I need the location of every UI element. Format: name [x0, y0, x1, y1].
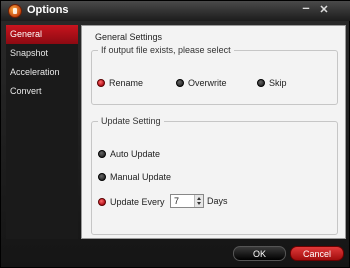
radio-dot[interactable]	[176, 79, 184, 87]
radio-dot-selected[interactable]	[98, 198, 106, 206]
radio-label: Rename	[109, 78, 144, 88]
radio-dot[interactable]	[257, 79, 265, 87]
sidebar: General Snapshot Acceleration Convert	[6, 25, 78, 239]
file-exists-group: If output file exists, please select Ren…	[91, 45, 338, 105]
update-interval-stepper[interactable]: 7	[170, 194, 204, 208]
chevron-down-icon[interactable]	[197, 202, 201, 205]
radio-label: Auto Update	[110, 149, 161, 159]
radio-label: Skip	[269, 78, 287, 88]
panel-title: General Settings	[95, 32, 163, 42]
radio-label: Overwrite	[188, 78, 227, 88]
radio-label: Manual Update	[110, 172, 172, 182]
minimize-icon[interactable]: –	[299, 1, 313, 15]
group-legend: Update Setting	[98, 116, 164, 126]
sidebar-item-acceleration[interactable]: Acceleration	[6, 63, 78, 82]
window-title: Options	[27, 4, 69, 16]
ok-button[interactable]: OK	[233, 246, 286, 261]
radio-label: Update Every	[110, 197, 165, 207]
app-icon	[8, 4, 22, 18]
title-bar[interactable]: Options – ✕	[1, 1, 350, 21]
radio-dot[interactable]	[98, 173, 106, 181]
sidebar-item-convert[interactable]: Convert	[6, 82, 78, 101]
sidebar-item-snapshot[interactable]: Snapshot	[6, 44, 78, 63]
stepper-arrows[interactable]	[194, 195, 203, 207]
settings-panel: General Settings If output file exists, …	[81, 25, 346, 239]
options-window: Options – ✕ General Snapshot Acceleratio…	[0, 0, 350, 268]
group-legend: If output file exists, please select	[98, 45, 234, 55]
interval-unit-label: Days	[207, 196, 228, 206]
chevron-up-icon[interactable]	[197, 197, 201, 200]
update-setting-group: Update Setting Auto Update Manual Update…	[91, 116, 338, 235]
radio-dot[interactable]	[98, 150, 106, 158]
cancel-button[interactable]: Cancel	[290, 246, 344, 261]
close-icon[interactable]: ✕	[317, 3, 331, 17]
sidebar-item-general[interactable]: General	[6, 25, 78, 44]
update-interval-value[interactable]: 7	[174, 196, 179, 206]
radio-dot-selected[interactable]	[97, 79, 105, 87]
